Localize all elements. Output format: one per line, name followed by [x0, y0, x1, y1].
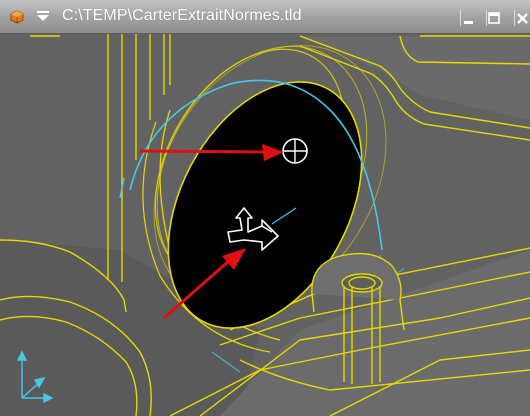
maximize-icon[interactable] — [486, 10, 502, 26]
minimize-icon[interactable] — [460, 10, 476, 26]
cad-viewer-window: C:\TEMP\CarterExtraitNormes.tld — [0, 0, 530, 416]
close-icon[interactable] — [514, 10, 530, 26]
app-cube-icon[interactable] — [10, 10, 24, 24]
crosshair-cursor-icon — [282, 138, 308, 164]
3d-viewport[interactable] — [0, 34, 530, 416]
wireframe-model — [0, 34, 530, 416]
window-title: C:\TEMP\CarterExtraitNormes.tld — [62, 7, 302, 24]
window-menu-caret-icon[interactable] — [36, 9, 50, 23]
window-titlebar[interactable]: C:\TEMP\CarterExtraitNormes.tld — [0, 0, 530, 34]
